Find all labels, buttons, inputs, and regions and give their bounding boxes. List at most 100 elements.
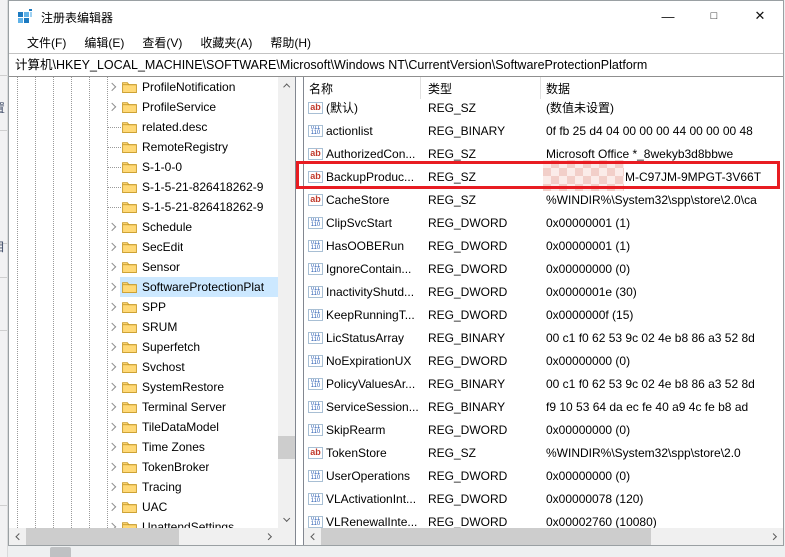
tree-item-body[interactable]: Sensor (120, 257, 278, 277)
tree-item-body[interactable]: TileDataModel (120, 417, 278, 437)
tree-item-body[interactable]: SystemRestore (120, 377, 278, 397)
registry-value-row[interactable]: 011 110 HasOOBERun REG_DWORD 0x00000001 … (304, 234, 783, 257)
tree-item[interactable]: UnattendSettings (9, 517, 278, 528)
tree-item-body[interactable]: Tracing (120, 477, 278, 497)
tree-item-body[interactable]: S-1-5-21-826418262-9 (120, 177, 278, 197)
scroll-left-button[interactable] (9, 528, 26, 545)
tree-item[interactable]: SecEdit (9, 237, 278, 257)
scroll-down-button[interactable] (278, 511, 295, 528)
menu-favorites[interactable]: 收藏夹(A) (191, 32, 261, 53)
chevron-right-icon[interactable] (108, 443, 116, 451)
registry-value-row[interactable]: 011 110 InactivityShutd... REG_DWORD 0x0… (304, 280, 783, 303)
chevron-right-icon[interactable] (108, 103, 116, 111)
tree-item[interactable]: TokenBroker (9, 457, 278, 477)
registry-value-row[interactable]: 011 110 ServiceSession... REG_BINARY f9 … (304, 395, 783, 418)
tree-item[interactable]: RemoteRegistry (9, 137, 278, 157)
registry-value-row[interactable]: 011 110 SkipRearm REG_DWORD 0x00000000 (… (304, 418, 783, 441)
list-horizontal-scrollbar[interactable] (304, 528, 783, 545)
tree-item[interactable]: UAC (9, 497, 278, 517)
chevron-right-icon[interactable] (108, 463, 116, 471)
tree-item[interactable]: SPP (9, 297, 278, 317)
tree-item-body[interactable]: ProfileService (120, 97, 278, 117)
registry-value-row[interactable]: 011 110 ClipSvcStart REG_DWORD 0x0000000… (304, 211, 783, 234)
tree-item[interactable]: S-1-0-0 (9, 157, 278, 177)
tree-item-body[interactable]: S-1-0-0 (120, 157, 278, 177)
tree-item-body[interactable]: UAC (120, 497, 278, 517)
chevron-right-icon[interactable] (108, 83, 116, 91)
registry-value-row[interactable]: ab TokenStore REG_SZ %WINDIR%\System32\s… (304, 441, 783, 464)
tree-item[interactable]: S-1-5-21-826418262-9 (9, 197, 278, 217)
tree-item[interactable]: SRUM (9, 317, 278, 337)
tree-item-body[interactable]: ProfileNotification (120, 77, 278, 97)
address-bar[interactable]: 计算机\HKEY_LOCAL_MACHINE\SOFTWARE\Microsof… (9, 53, 783, 77)
tree-item-body[interactable]: RemoteRegistry (120, 137, 278, 157)
chevron-right-icon[interactable] (108, 243, 116, 251)
tree-item-body[interactable]: SPP (120, 297, 278, 317)
tree-item-body[interactable]: SoftwareProtectionPlat (120, 277, 278, 297)
scrollbar-thumb[interactable] (26, 528, 179, 545)
chevron-right-icon[interactable] (108, 383, 116, 391)
scroll-left-button[interactable] (304, 528, 321, 545)
chevron-right-icon[interactable] (108, 343, 116, 351)
tree-item-body[interactable]: SRUM (120, 317, 278, 337)
registry-value-row[interactable]: 011 110 PolicyValuesAr... REG_BINARY 00 … (304, 372, 783, 395)
chevron-right-icon[interactable] (108, 263, 116, 271)
minimize-button[interactable]: — (645, 1, 691, 31)
scroll-up-button[interactable] (278, 77, 295, 94)
tree-vertical-scrollbar[interactable] (278, 77, 295, 528)
menu-help[interactable]: 帮助(H) (261, 32, 320, 53)
scrollbar-thumb[interactable] (321, 528, 651, 545)
chevron-right-icon[interactable] (108, 483, 116, 491)
registry-value-row[interactable]: 011 110 NoExpirationUX REG_DWORD 0x00000… (304, 349, 783, 372)
tree-item[interactable]: Superfetch (9, 337, 278, 357)
tree-item[interactable]: Tracing (9, 477, 278, 497)
close-button[interactable]: ✕ (737, 1, 783, 31)
pane-splitter[interactable] (296, 77, 303, 545)
registry-value-row[interactable]: ab (默认) REG_SZ (数值未设置) (304, 96, 783, 119)
tree-item-body[interactable]: Time Zones (120, 437, 278, 457)
chevron-right-icon[interactable] (108, 303, 116, 311)
maximize-button[interactable]: □ (691, 1, 737, 31)
tree-item[interactable]: Sensor (9, 257, 278, 277)
registry-value-row[interactable]: 011 110 VLActivationInt... REG_DWORD 0x0… (304, 487, 783, 510)
tree-item-body[interactable]: Svchost (120, 357, 278, 377)
tree-item[interactable]: SoftwareProtectionPlat (9, 277, 278, 297)
chevron-right-icon[interactable] (108, 403, 116, 411)
tree-item[interactable]: Svchost (9, 357, 278, 377)
tree-item-body[interactable]: UnattendSettings (120, 517, 278, 528)
registry-value-row[interactable]: 011 110 VLRenewalInte... REG_DWORD 0x000… (304, 510, 783, 528)
tree-horizontal-scrollbar[interactable] (9, 528, 278, 545)
registry-value-row[interactable]: 011 110 UserOperations REG_DWORD 0x00000… (304, 464, 783, 487)
tree-item-body[interactable]: related.desc (120, 117, 278, 137)
tree-item[interactable]: Terminal Server (9, 397, 278, 417)
tree-item[interactable]: Time Zones (9, 437, 278, 457)
tree-item[interactable]: S-1-5-21-826418262-9 (9, 177, 278, 197)
registry-value-row[interactable]: 011 110 LicStatusArray REG_BINARY 00 c1 … (304, 326, 783, 349)
tree-item[interactable]: SystemRestore (9, 377, 278, 397)
scroll-right-button[interactable] (766, 528, 783, 545)
tree-item[interactable]: related.desc (9, 117, 278, 137)
tree-item[interactable]: Schedule (9, 217, 278, 237)
tree-item[interactable]: TileDataModel (9, 417, 278, 437)
scrollbar-thumb[interactable] (278, 436, 295, 459)
tree-item-body[interactable]: TokenBroker (120, 457, 278, 477)
tree-item-body[interactable]: SecEdit (120, 237, 278, 257)
chevron-right-icon[interactable] (108, 283, 116, 291)
tree-item-body[interactable]: Terminal Server (120, 397, 278, 417)
tree-item-body[interactable]: Schedule (120, 217, 278, 237)
tree-item[interactable]: ProfileNotification (9, 77, 278, 97)
registry-value-row[interactable]: 011 110 KeepRunningT... REG_DWORD 0x0000… (304, 303, 783, 326)
chevron-right-icon[interactable] (108, 223, 116, 231)
tree-item-body[interactable]: S-1-5-21-826418262-9 (120, 197, 278, 217)
registry-value-row[interactable]: 011 110 IgnoreContain... REG_DWORD 0x000… (304, 257, 783, 280)
chevron-right-icon[interactable] (108, 323, 116, 331)
registry-value-row[interactable]: ab CacheStore REG_SZ %WINDIR%\System32\s… (304, 188, 783, 211)
tree-item[interactable]: ProfileService (9, 97, 278, 117)
menu-view[interactable]: 查看(V) (133, 32, 191, 53)
chevron-right-icon[interactable] (108, 363, 116, 371)
tree-item-body[interactable]: Superfetch (120, 337, 278, 357)
chevron-right-icon[interactable] (108, 423, 116, 431)
menu-file[interactable]: 文件(F) (18, 32, 75, 53)
scroll-right-button[interactable] (261, 528, 278, 545)
chevron-right-icon[interactable] (108, 503, 116, 511)
